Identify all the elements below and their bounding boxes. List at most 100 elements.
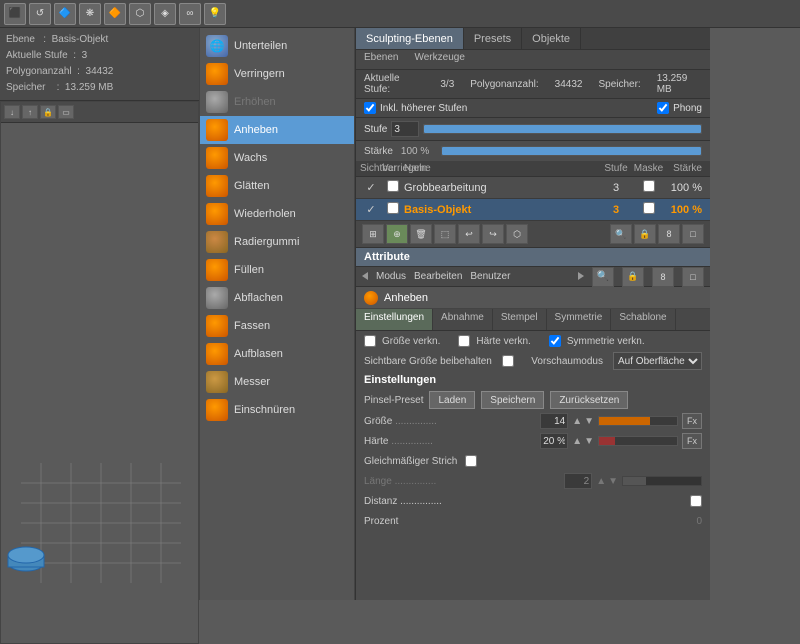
- toolbar-icon-2[interactable]: ↺: [29, 3, 51, 25]
- checkbox-inkl[interactable]: [364, 102, 376, 114]
- vp-btn-frame[interactable]: ▭: [58, 105, 74, 119]
- checkbox-haerte-verkn[interactable]: [458, 335, 470, 347]
- haerte-fx-button[interactable]: Fx: [682, 433, 702, 449]
- menu-item-fassen[interactable]: Fassen: [200, 312, 354, 340]
- menu-item-anheben[interactable]: Anheben: [200, 116, 354, 144]
- settings-tab-schablone[interactable]: Schablone: [611, 309, 675, 330]
- tb-icon-search[interactable]: 🔍: [610, 224, 632, 244]
- settings-tab-einstellungen[interactable]: Einstellungen: [356, 309, 433, 330]
- viewport-controls: ↓ ↑ 🔒 ▭: [1, 102, 198, 123]
- wachs-icon: [206, 147, 228, 169]
- speichern-button[interactable]: Speichern: [481, 391, 544, 409]
- staerke-slider[interactable]: [441, 146, 702, 156]
- toolbar-icon-5[interactable]: 🔶: [104, 3, 126, 25]
- anheben-icon: [206, 119, 228, 141]
- menu-item-verringern[interactable]: Verringern: [200, 60, 354, 88]
- tb-icon-lock[interactable]: 🔒: [634, 224, 656, 244]
- arrow-right-icon[interactable]: [578, 271, 584, 283]
- mode-btn-bearbeiten[interactable]: Bearbeiten: [414, 271, 462, 282]
- section-heading-anheben: Anheben: [356, 287, 710, 309]
- laenge-spin-down[interactable]: ▼: [608, 476, 618, 487]
- toolbar-icon-8[interactable]: ∞: [179, 3, 201, 25]
- groesse-spin-up[interactable]: ▲: [572, 416, 582, 427]
- wiederholen-icon: [206, 203, 228, 225]
- tb-icon-menu1[interactable]: 8: [658, 224, 680, 244]
- mode-8-icon[interactable]: 8: [652, 267, 674, 287]
- vp-btn-lock[interactable]: 🔒: [40, 105, 56, 119]
- sub-tab-bar: Ebenen Werkzeuge: [356, 50, 710, 70]
- laenge-input[interactable]: [564, 473, 592, 489]
- sub-tab-werkzeuge[interactable]: Werkzeuge: [406, 50, 472, 69]
- vorschaumodus-select[interactable]: Auf Oberfläche: [613, 352, 702, 370]
- toolbar-icon-4[interactable]: ❋: [79, 3, 101, 25]
- stufe-slider[interactable]: [423, 124, 702, 134]
- layer-stufe-2: 3: [601, 204, 631, 216]
- menu-item-glaetten[interactable]: Glätten: [200, 172, 354, 200]
- vp-btn-up[interactable]: ↑: [22, 105, 38, 119]
- toolbar-icon-7[interactable]: ◈: [154, 3, 176, 25]
- distanz-checkbox[interactable]: [690, 495, 702, 507]
- menu-item-fuellen[interactable]: Füllen: [200, 256, 354, 284]
- tab-sculpting[interactable]: Sculpting-Ebenen: [356, 28, 464, 49]
- stufe-input[interactable]: [391, 121, 419, 137]
- settings-tab-stempel[interactable]: Stempel: [493, 309, 547, 330]
- tb-icon-delete[interactable]: 🗑: [410, 224, 432, 244]
- toolbar-icon-1[interactable]: ⬛: [4, 3, 26, 25]
- tb-icon-hex[interactable]: ⬡: [506, 224, 528, 244]
- laden-button[interactable]: Laden: [429, 391, 475, 409]
- groesse-fx-button[interactable]: Fx: [682, 413, 702, 429]
- settings-tab-abnahme[interactable]: Abnahme: [433, 309, 493, 330]
- tb-icon-redo[interactable]: ↪: [482, 224, 504, 244]
- mode-lock-icon[interactable]: 🔒: [622, 267, 644, 287]
- menu-item-wiederholen[interactable]: Wiederholen: [200, 200, 354, 228]
- tb-icon-plus[interactable]: ⊕: [386, 224, 408, 244]
- tb-icon-add[interactable]: ⊞: [362, 224, 384, 244]
- tb-icon-undo[interactable]: ↩: [458, 224, 480, 244]
- tb-icon-copy[interactable]: ⬚: [434, 224, 456, 244]
- groesse-spin-down[interactable]: ▼: [584, 416, 594, 427]
- groesse-slider[interactable]: [598, 416, 678, 426]
- checkbox-sichtbare-groesse[interactable]: [502, 355, 514, 367]
- layer-check-1: ✓: [360, 181, 382, 194]
- menu-item-radiergummi[interactable]: Radiergummi: [200, 228, 354, 256]
- layer-toolbar: ⊞ ⊕ 🗑 ⬚ ↩ ↪ ⬡ 🔍 🔒 8 □: [356, 221, 710, 248]
- haerte-spin-up[interactable]: ▲: [572, 436, 582, 447]
- checkbox-groesse-verkn[interactable]: [364, 335, 376, 347]
- menu-item-einschnueren[interactable]: Einschnüren: [200, 396, 354, 424]
- checkbox-phong[interactable]: [657, 102, 669, 114]
- layer-row-grobbearbeitung[interactable]: ✓ Grobbearbeitung 3 100 %: [356, 177, 710, 199]
- tab-presets[interactable]: Presets: [464, 28, 522, 49]
- sub-tab-ebenen[interactable]: Ebenen: [356, 50, 406, 69]
- toolbar-icon-3[interactable]: 🔷: [54, 3, 76, 25]
- toolbar-icon-6[interactable]: ⬡: [129, 3, 151, 25]
- tab-objekte[interactable]: Objekte: [522, 28, 581, 49]
- menu-item-wachs[interactable]: Wachs: [200, 144, 354, 172]
- checkbox-gleichmaessiger-strich[interactable]: [465, 455, 477, 467]
- viewport-canvas[interactable]: [1, 123, 198, 643]
- mode-box-icon[interactable]: □: [682, 267, 704, 287]
- mode-btn-benutzer[interactable]: Benutzer: [470, 271, 510, 282]
- haerte-input[interactable]: [540, 433, 568, 449]
- groesse-input[interactable]: [540, 413, 568, 429]
- tb-icon-menu2[interactable]: □: [682, 224, 704, 244]
- checkbox-symmetrie-verkn[interactable]: [549, 335, 561, 347]
- unterteilen-icon: 🌐: [206, 35, 228, 57]
- haerte-spin-down[interactable]: ▼: [584, 436, 594, 447]
- menu-item-aufblasen[interactable]: Aufblasen: [200, 340, 354, 368]
- settings-tab-symmetrie[interactable]: Symmetrie: [547, 309, 612, 330]
- vp-btn-arrows[interactable]: ↓: [4, 105, 20, 119]
- menu-item-unterteilen[interactable]: 🌐 Unterteilen: [200, 32, 354, 60]
- mode-search-icon[interactable]: 🔍: [592, 267, 614, 287]
- layer-maske-2: [631, 202, 666, 217]
- col-sichtbar: Sichtbar: [360, 163, 382, 174]
- zuruecksetzen-button[interactable]: Zurücksetzen: [550, 391, 628, 409]
- menu-item-abflachen[interactable]: Abflachen: [200, 284, 354, 312]
- haerte-slider[interactable]: [598, 436, 678, 446]
- menu-item-messer[interactable]: Messer: [200, 368, 354, 396]
- mode-btn-modus[interactable]: Modus: [376, 271, 406, 282]
- laenge-slider[interactable]: [622, 476, 702, 486]
- arrow-left-icon[interactable]: [362, 271, 368, 283]
- laenge-spin-up[interactable]: ▲: [596, 476, 606, 487]
- toolbar-icon-9[interactable]: 💡: [204, 3, 226, 25]
- layer-row-basis-objekt[interactable]: ✓ Basis-Objekt 3 100 %: [356, 199, 710, 221]
